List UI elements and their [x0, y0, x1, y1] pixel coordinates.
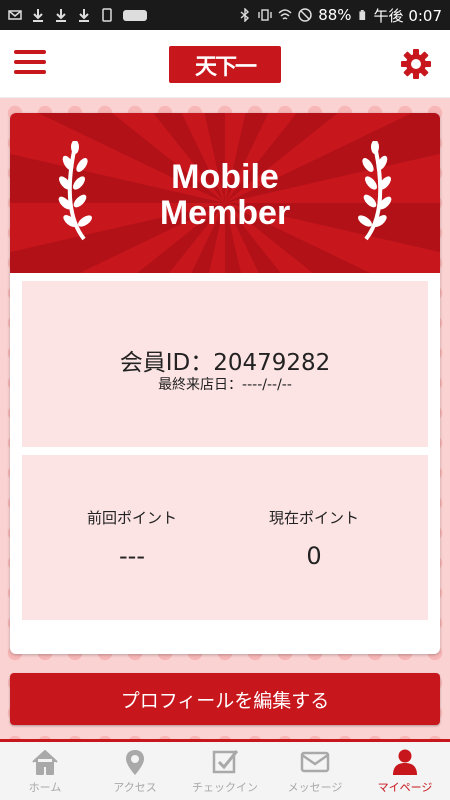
- gear-icon[interactable]: [400, 48, 432, 80]
- tab-label: マイページ: [377, 781, 433, 794]
- battery-percent: 88%: [318, 6, 352, 24]
- mail-notification-icon: [8, 10, 22, 20]
- hamburger-menu-icon[interactable]: [14, 50, 46, 78]
- tab-home[interactable]: ホーム: [0, 742, 90, 800]
- tab-mypage[interactable]: マイページ: [360, 742, 450, 800]
- tab-label: メッセージ: [287, 781, 343, 794]
- tab-message[interactable]: メッセージ: [270, 742, 360, 800]
- member-card: Mobile Member 会員ID：20479282 最終来店日：----/-…: [10, 113, 440, 654]
- member-id: 会員ID：20479282: [22, 343, 428, 377]
- brand-logo: 天下一: [169, 46, 281, 83]
- member-id-value: 20479282: [213, 350, 331, 376]
- app-badge-icon: [123, 10, 147, 21]
- user-icon: [393, 749, 417, 775]
- bluetooth-icon: [240, 8, 250, 22]
- vibrate-icon: [258, 9, 272, 21]
- envelope-icon: [300, 751, 330, 773]
- banner-title: Mobile Member: [10, 159, 440, 231]
- banner-title-line2: Member: [159, 194, 291, 232]
- edit-profile-button[interactable]: プロフィールを編集する: [10, 673, 440, 725]
- member-id-panel: 会員ID：20479282 最終来店日：----/--/--: [22, 281, 428, 447]
- clock: 午後 0:07: [373, 6, 442, 25]
- tab-label: チェックイン: [192, 781, 258, 794]
- bottom-tab-bar: ホーム アクセス チェックイン メッセージ マイページ: [0, 739, 450, 800]
- banner-title-line1: Mobile: [171, 158, 279, 196]
- current-points-label: 現在ポイント: [268, 509, 359, 527]
- tab-label: アクセス: [113, 781, 157, 794]
- phone-icon: [102, 8, 112, 22]
- no-signal-icon: [298, 8, 312, 22]
- map-pin-icon: [126, 750, 144, 775]
- previous-points: 前回ポイント ---: [42, 507, 222, 570]
- system-status: 88% 午後 0:07: [238, 5, 442, 26]
- download-icon: [33, 9, 43, 22]
- status-bar: 88% 午後 0:07: [0, 0, 450, 30]
- app-header: 天下一: [0, 30, 450, 98]
- current-points: 現在ポイント 0: [224, 507, 404, 570]
- tab-access[interactable]: アクセス: [90, 742, 180, 800]
- previous-points-value: ---: [119, 542, 145, 570]
- home-icon: [32, 750, 58, 775]
- points-panel: 前回ポイント --- 現在ポイント 0: [22, 455, 428, 620]
- previous-points-label: 前回ポイント: [86, 509, 177, 527]
- last-visit-date: 最終来店日：----/--/--: [158, 377, 292, 393]
- notification-icons: [8, 8, 147, 22]
- card-banner: Mobile Member: [10, 113, 440, 273]
- download-icon: [79, 9, 89, 22]
- download-icon: [56, 9, 66, 22]
- wifi-icon: [278, 9, 292, 20]
- battery-icon: [358, 10, 365, 20]
- checkin-icon: [212, 750, 239, 774]
- tab-checkin[interactable]: チェックイン: [180, 742, 270, 800]
- current-points-value: 0: [306, 542, 322, 570]
- member-id-label: 会員ID：: [119, 350, 214, 376]
- tab-label: ホーム: [28, 781, 62, 794]
